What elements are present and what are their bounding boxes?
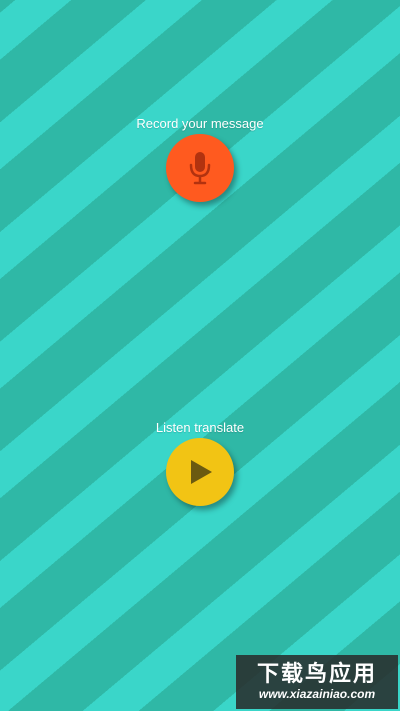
record-section: Record your message bbox=[0, 116, 400, 202]
listen-button[interactable] bbox=[166, 438, 234, 506]
listen-label: Listen translate bbox=[155, 420, 245, 435]
play-icon bbox=[191, 460, 212, 484]
listen-section: Listen translate bbox=[0, 420, 400, 506]
watermark-title: 下载鸟应用 bbox=[256, 661, 377, 686]
app-screen: Record your message Listen translate 下载鸟… bbox=[0, 0, 400, 711]
watermark-url: www.xiazainiao.com bbox=[258, 687, 376, 701]
record-label: Record your message bbox=[136, 116, 264, 131]
record-button[interactable] bbox=[166, 134, 234, 202]
microphone-icon bbox=[189, 152, 211, 185]
watermark-logo: 下载鸟应用 www.xiazainiao.com bbox=[236, 655, 398, 709]
